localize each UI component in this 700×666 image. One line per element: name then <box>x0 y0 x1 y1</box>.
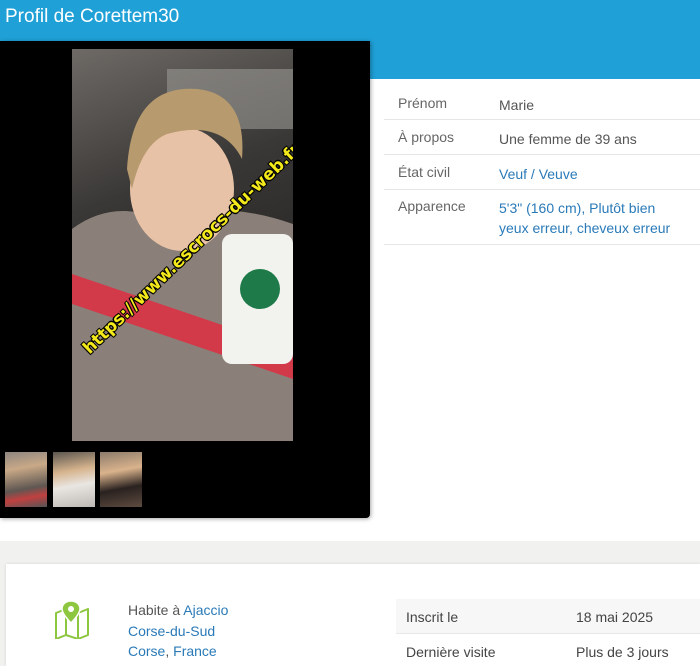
activity-value: Plus de 3 jours <box>576 644 669 660</box>
city-link[interactable]: Ajaccio <box>183 602 228 618</box>
map-pin-icon <box>55 600 89 639</box>
activity-label: Inscrit le <box>406 609 459 625</box>
info-row-appearance: Apparence 5'3" (160 cm), Plutôt bien yeu… <box>384 190 700 245</box>
marital-status-link[interactable]: Veuf / Veuve <box>499 164 700 189</box>
activity-row-last-visit: Dernière visite Plus de 3 jours <box>396 634 700 666</box>
department-link[interactable]: Corse-du-Sud <box>128 623 215 639</box>
page-title: Profil de Corettem30 <box>5 6 180 27</box>
region-link[interactable]: Corse <box>128 643 165 659</box>
appearance-link[interactable]: 5'3" (160 cm), Plutôt bien yeux erreur, … <box>499 198 700 244</box>
activity-table: Inscrit le 18 mai 2025 Dernière visite P… <box>396 599 700 666</box>
info-label: Prénom <box>398 95 448 111</box>
info-label: État civil <box>398 164 451 180</box>
photo-gallery: https://www.escrocs-du-web.fr <box>0 41 370 518</box>
location-block: Habite à Ajaccio Corse-du-Sud Corse, Fra… <box>128 600 228 662</box>
main-profile-photo[interactable]: https://www.escrocs-du-web.fr <box>72 49 293 441</box>
info-row-marital-status: État civil Veuf / Veuve <box>384 155 700 190</box>
appearance-line-2: yeux erreur, cheveux erreur <box>499 220 671 236</box>
activity-row-registered: Inscrit le 18 mai 2025 <box>396 599 700 634</box>
profile-info-table: Prénom Marie À propos Une femme de 39 an… <box>384 86 700 245</box>
photo-thumbnail[interactable] <box>53 452 95 507</box>
info-label: À propos <box>398 129 455 145</box>
country-link[interactable]: France <box>173 643 217 659</box>
info-value: Une femme de 39 ans <box>499 131 637 147</box>
activity-value: 18 mai 2025 <box>576 609 654 625</box>
photo-thumbnail[interactable] <box>100 452 142 507</box>
info-row-firstname: Prénom Marie <box>384 86 700 120</box>
appearance-line-1: 5'3" (160 cm), Plutôt bien <box>499 200 656 216</box>
info-value: Marie <box>499 97 535 113</box>
activity-label: Dernière visite <box>406 644 496 660</box>
photo-thumbnail[interactable] <box>5 452 47 507</box>
info-row-about: À propos Une femme de 39 ans <box>384 120 700 155</box>
info-label: Apparence <box>398 198 466 214</box>
location-separator: , <box>165 643 174 659</box>
location-prefix: Habite à <box>128 602 184 618</box>
